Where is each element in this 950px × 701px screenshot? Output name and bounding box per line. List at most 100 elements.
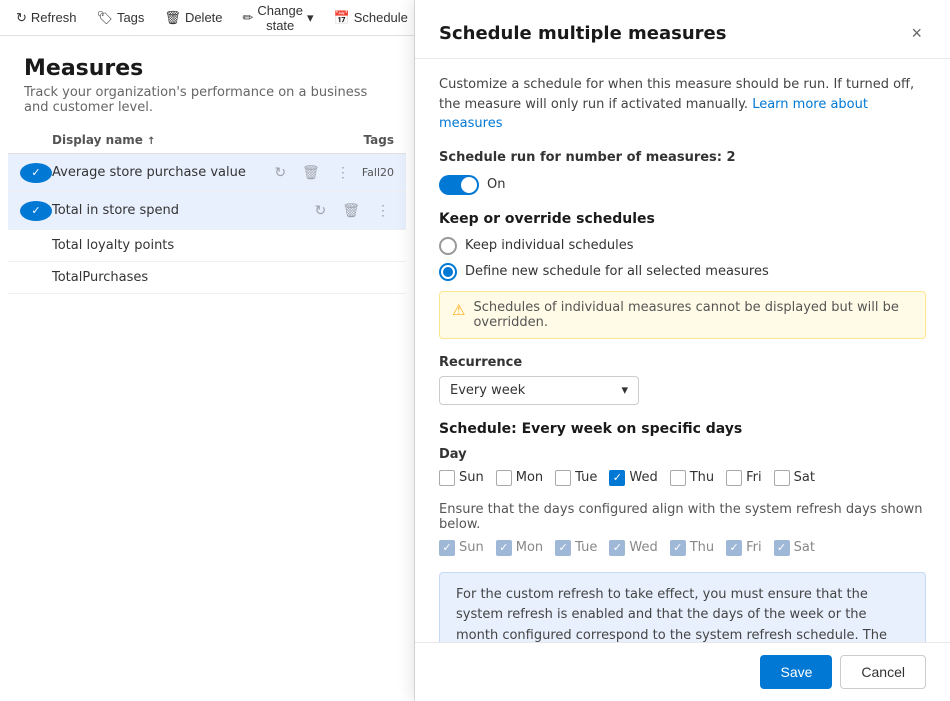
system-day-name-tue: Tue xyxy=(575,540,597,555)
delete-icon: 🗑 xyxy=(164,10,181,26)
day-item-fri[interactable]: Fri xyxy=(726,470,762,486)
row-check: ✓ xyxy=(20,201,52,221)
header-name-col: Display name ↑ xyxy=(52,133,314,147)
change-state-button[interactable]: ✏ Change state ▾ xyxy=(235,0,322,37)
delete-label: Delete xyxy=(185,10,223,25)
row-actions: ↻ 🗑 ⋮ xyxy=(270,162,354,183)
refresh-label: Refresh xyxy=(31,10,77,25)
table-row[interactable]: ✓ Average store purchase value ↻ 🗑 ⋮ Fal… xyxy=(8,154,406,192)
day-name-tue: Tue xyxy=(575,470,597,485)
system-day-name-wed: Wed xyxy=(629,540,657,555)
day-item-wed[interactable]: ✓ Wed xyxy=(609,470,657,486)
delete-button[interactable]: 🗑 Delete xyxy=(156,6,230,30)
system-day-checkboxes: ✓ Sun ✓ Mon ✓ Tue ✓ Wed ✓ Thu ✓ Fri xyxy=(439,540,926,556)
row-name: Average store purchase value xyxy=(52,165,270,180)
table-row[interactable]: ✓ Total in store spend ↻ 🗑 ⋮ xyxy=(8,192,406,230)
more-button[interactable]: ⋮ xyxy=(372,200,394,221)
radio-define-label: Define new schedule for all selected mea… xyxy=(465,264,769,279)
warning-icon: ⚠ xyxy=(452,301,465,319)
page-title: Measures xyxy=(24,56,390,81)
day-checkbox-sun[interactable] xyxy=(439,470,455,486)
refresh-button[interactable]: ↻ Refresh xyxy=(8,6,84,30)
day-name-fri: Fri xyxy=(746,470,762,485)
system-checkbox-sat: ✓ xyxy=(774,540,790,556)
day-checkbox-tue[interactable] xyxy=(555,470,571,486)
radio-keep[interactable]: Keep individual schedules xyxy=(439,237,926,255)
system-checkbox-wed: ✓ xyxy=(609,540,625,556)
more-button[interactable]: ⋮ xyxy=(332,162,354,183)
table-row[interactable]: Total loyalty points xyxy=(8,230,406,262)
day-checkbox-wed[interactable]: ✓ xyxy=(609,470,625,486)
radio-outer xyxy=(439,237,457,255)
day-name-sun: Sun xyxy=(459,470,484,485)
system-day-mon: ✓ Mon xyxy=(496,540,543,556)
recurrence-dropdown[interactable]: Every week ▾ xyxy=(439,376,639,405)
system-checkbox-tue: ✓ xyxy=(555,540,571,556)
refresh-row-button[interactable]: ↻ xyxy=(310,200,330,221)
radio-define[interactable]: Define new schedule for all selected mea… xyxy=(439,263,926,281)
delete-row-button[interactable]: 🗑 xyxy=(338,200,364,221)
system-day-name-mon: Mon xyxy=(516,540,543,555)
row-name: Total loyalty points xyxy=(52,238,174,253)
schedule-label: Schedule xyxy=(354,10,408,25)
radio-outer-selected xyxy=(439,263,457,281)
refresh-row-button[interactable]: ↻ xyxy=(270,162,290,183)
pencil-icon: ✏ xyxy=(243,10,254,26)
day-checkbox-sat[interactable] xyxy=(774,470,790,486)
row-check: ✓ xyxy=(20,163,52,183)
day-item-sat[interactable]: Sat xyxy=(774,470,815,486)
keep-override-heading: Keep or override schedules xyxy=(439,211,926,227)
system-day-thu: ✓ Thu xyxy=(670,540,714,556)
system-day-sat: ✓ Sat xyxy=(774,540,815,556)
schedule-heading: Schedule: Every week on specific days xyxy=(439,421,926,437)
system-checkbox-fri: ✓ xyxy=(726,540,742,556)
save-button[interactable]: Save xyxy=(760,655,832,689)
warning-text: Schedules of individual measures cannot … xyxy=(473,300,913,330)
day-checkbox-thu[interactable] xyxy=(670,470,686,486)
day-item-thu[interactable]: Thu xyxy=(670,470,714,486)
tags-button[interactable]: 🏷 Tags xyxy=(88,6,152,30)
dialog-body: Customize a schedule for when this measu… xyxy=(415,59,950,642)
day-item-sun[interactable]: Sun xyxy=(439,470,484,486)
table-header: Display name ↑ Tags xyxy=(8,127,406,154)
header-tags-col: Tags xyxy=(314,133,394,147)
system-day-name-thu: Thu xyxy=(690,540,714,555)
radio-keep-label: Keep individual schedules xyxy=(465,238,634,253)
schedule-dialog: Schedule multiple measures × Customize a… xyxy=(415,0,950,701)
day-item-mon[interactable]: Mon xyxy=(496,470,543,486)
system-day-name-sun: Sun xyxy=(459,540,484,555)
system-day-fri: ✓ Fri xyxy=(726,540,762,556)
tags-label: Tags xyxy=(117,10,144,25)
toggle-row: On xyxy=(439,175,926,195)
day-checkbox-mon[interactable] xyxy=(496,470,512,486)
system-day-tue: ✓ Tue xyxy=(555,540,597,556)
system-day-sun: ✓ Sun xyxy=(439,540,484,556)
toggle-knob xyxy=(461,177,477,193)
measures-table: Display name ↑ Tags ✓ Average store purc… xyxy=(0,127,414,294)
warning-box: ⚠ Schedules of individual measures canno… xyxy=(439,291,926,339)
system-checkbox-sun: ✓ xyxy=(439,540,455,556)
system-day-name-fri: Fri xyxy=(746,540,762,555)
system-checkbox-thu: ✓ xyxy=(670,540,686,556)
table-row[interactable]: TotalPurchases xyxy=(8,262,406,294)
row-name: TotalPurchases xyxy=(52,270,148,285)
recurrence-label: Recurrence xyxy=(439,355,926,370)
radio-inner xyxy=(443,267,453,277)
schedule-toggle[interactable] xyxy=(439,175,479,195)
cancel-button[interactable]: Cancel xyxy=(840,655,926,689)
delete-row-button[interactable]: 🗑 xyxy=(298,162,324,183)
calendar-icon: 📅 xyxy=(334,10,350,26)
selected-indicator: ✓ xyxy=(20,201,52,221)
schedule-button[interactable]: 📅 Schedule xyxy=(326,6,416,30)
close-button[interactable]: × xyxy=(907,20,926,46)
day-item-tue[interactable]: Tue xyxy=(555,470,597,486)
recurrence-section: Recurrence Every week ▾ xyxy=(439,355,926,405)
system-day-wed: ✓ Wed xyxy=(609,540,657,556)
dropdown-chevron-icon: ▾ xyxy=(621,383,628,398)
day-checkbox-fri[interactable] xyxy=(726,470,742,486)
day-name-thu: Thu xyxy=(690,470,714,485)
change-state-label: Change state xyxy=(257,3,303,33)
dialog-header: Schedule multiple measures × xyxy=(415,0,950,59)
info-box: For the custom refresh to take effect, y… xyxy=(439,572,926,643)
dialog-description: Customize a schedule for when this measu… xyxy=(439,75,926,134)
